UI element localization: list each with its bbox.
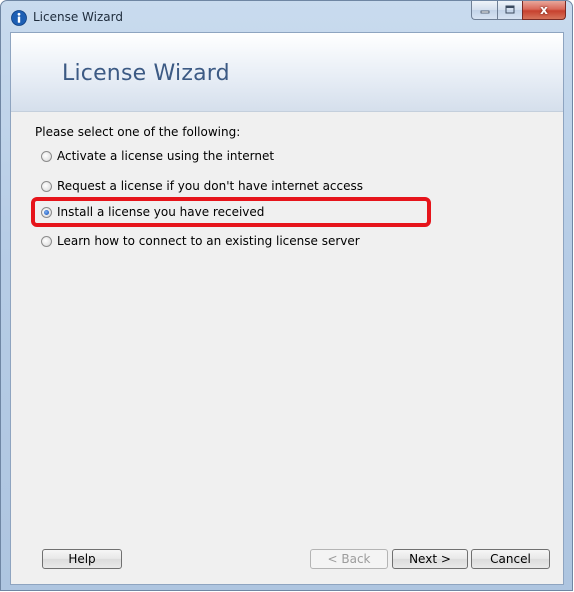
option-request-offline[interactable]: Request a license if you don't have inte… [41,177,363,195]
close-button[interactable]: x [522,1,566,20]
minimize-icon [480,10,489,14]
next-button[interactable]: Next > [392,549,468,569]
highlight-box [31,197,431,227]
info-icon [11,10,27,26]
option-connect-server[interactable]: Learn how to connect to an existing lice… [41,232,360,250]
banner-title: License Wizard [62,61,230,86]
wizard-client-area: License Wizard Please select one of the … [10,32,564,585]
option-label: Activate a license using the internet [57,149,275,163]
wizard-banner: License Wizard [11,33,563,112]
back-button[interactable]: < Back [310,549,388,569]
window-title: License Wizard [33,10,123,24]
radio-button[interactable] [41,150,52,162]
radio-button[interactable] [41,235,52,247]
title-bar[interactable]: License Wizard x [1,1,572,33]
maximize-icon [505,5,515,14]
close-icon: x [540,3,548,17]
maximize-button[interactable] [497,1,522,20]
option-label: Learn how to connect to an existing lice… [57,234,360,248]
radio-button[interactable] [41,180,52,192]
selection-prompt: Please select one of the following: [35,125,241,139]
option-label: Request a license if you don't have inte… [57,179,363,193]
help-button[interactable]: Help [42,549,122,569]
caption-buttons: x [471,1,566,21]
license-wizard-window: License Wizard x License Wizard Please s… [0,0,573,591]
option-activate-online[interactable]: Activate a license using the internet [41,147,274,165]
cancel-button[interactable]: Cancel [471,549,550,569]
minimize-button[interactable] [471,1,497,20]
